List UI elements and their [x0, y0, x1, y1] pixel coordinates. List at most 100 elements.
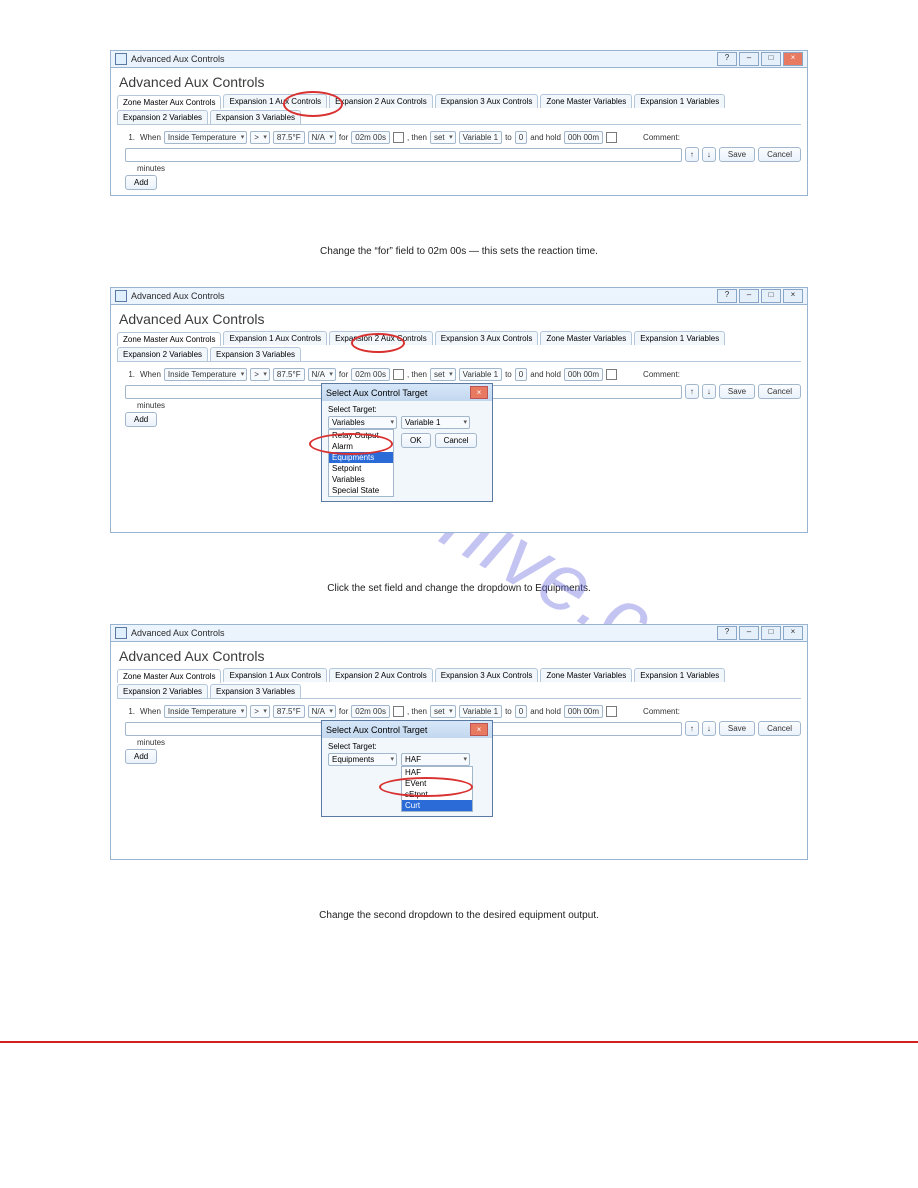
- operator-dropdown[interactable]: >: [250, 131, 270, 144]
- tab-exp3-vars[interactable]: Expansion 3 Variables: [210, 110, 301, 124]
- hold-checkbox[interactable]: [606, 369, 617, 380]
- maximize-button[interactable]: □: [761, 52, 781, 66]
- na-dropdown[interactable]: N/A: [308, 705, 336, 718]
- target-value-dropdown[interactable]: Variable 1: [401, 416, 470, 429]
- target-type-dropdown[interactable]: Equipments: [328, 753, 397, 766]
- temperature-field[interactable]: 87.5°F: [273, 368, 305, 381]
- temperature-field[interactable]: 87.5°F: [273, 705, 305, 718]
- hold-checkbox[interactable]: [606, 706, 617, 717]
- cancel-button[interactable]: Cancel: [758, 384, 801, 399]
- maximize-button[interactable]: □: [761, 289, 781, 303]
- tab-zone-master-vars[interactable]: Zone Master Variables: [540, 331, 632, 345]
- list-item[interactable]: Alarm: [329, 441, 393, 452]
- tab-exp2-aux[interactable]: Expansion 2 Aux Controls: [329, 94, 433, 108]
- tab-exp1-aux[interactable]: Expansion 1 Aux Controls: [223, 668, 327, 682]
- na-dropdown[interactable]: N/A: [308, 131, 336, 144]
- tab-exp2-aux[interactable]: Expansion 2 Aux Controls: [329, 668, 433, 682]
- add-button[interactable]: Add: [125, 749, 157, 764]
- minimize-button[interactable]: –: [739, 289, 759, 303]
- hold-time-field[interactable]: 00h 00m: [564, 131, 603, 144]
- minimize-button[interactable]: –: [739, 52, 759, 66]
- tab-exp3-aux[interactable]: Expansion 3 Aux Controls: [435, 668, 539, 682]
- action-dropdown[interactable]: set: [430, 131, 456, 144]
- maximize-button[interactable]: □: [761, 626, 781, 640]
- value-field[interactable]: 0: [515, 368, 527, 381]
- reaction-time-field[interactable]: 02m 00s: [351, 705, 390, 718]
- tab-exp2-vars[interactable]: Expansion 2 Variables: [117, 110, 208, 124]
- value-field[interactable]: 0: [515, 131, 527, 144]
- move-up-button[interactable]: ↑: [685, 384, 699, 399]
- list-item[interactable]: Setpoint: [329, 463, 393, 474]
- action-dropdown[interactable]: set: [430, 705, 456, 718]
- cancel-button[interactable]: Cancel: [758, 147, 801, 162]
- tab-zone-master-aux[interactable]: Zone Master Aux Controls: [117, 332, 221, 346]
- operator-dropdown[interactable]: >: [250, 705, 270, 718]
- sensor-dropdown[interactable]: Inside Temperature: [164, 368, 247, 381]
- list-item[interactable]: HAF: [402, 767, 472, 778]
- ok-button[interactable]: OK: [401, 433, 431, 448]
- tab-exp1-aux[interactable]: Expansion 1 Aux Controls: [223, 331, 327, 345]
- help-button[interactable]: ?: [717, 626, 737, 640]
- hold-time-field[interactable]: 00h 00m: [564, 705, 603, 718]
- tab-zone-master-vars[interactable]: Zone Master Variables: [540, 668, 632, 682]
- target-value-listbox[interactable]: HAF EVent sEtpnt Curt: [401, 766, 473, 812]
- tab-exp2-vars[interactable]: Expansion 2 Variables: [117, 684, 208, 698]
- tab-exp3-aux[interactable]: Expansion 3 Aux Controls: [435, 94, 539, 108]
- reaction-time-field[interactable]: 02m 00s: [351, 131, 390, 144]
- tab-exp2-vars[interactable]: Expansion 2 Variables: [117, 347, 208, 361]
- move-up-button[interactable]: ↑: [685, 147, 699, 162]
- reaction-checkbox[interactable]: [393, 132, 404, 143]
- reaction-checkbox[interactable]: [393, 369, 404, 380]
- tab-zone-master-aux[interactable]: Zone Master Aux Controls: [117, 669, 221, 683]
- hold-checkbox[interactable]: [606, 132, 617, 143]
- hold-time-field[interactable]: 00h 00m: [564, 368, 603, 381]
- tab-exp1-vars[interactable]: Expansion 1 Variables: [634, 94, 725, 108]
- reaction-time-field[interactable]: 02m 00s: [351, 368, 390, 381]
- tab-exp3-aux[interactable]: Expansion 3 Aux Controls: [435, 331, 539, 345]
- tab-zone-master-aux[interactable]: Zone Master Aux Controls: [117, 95, 221, 109]
- close-button[interactable]: ×: [783, 52, 803, 66]
- list-item[interactable]: Variables: [329, 474, 393, 485]
- temperature-field[interactable]: 87.5°F: [273, 131, 305, 144]
- operator-dropdown[interactable]: >: [250, 368, 270, 381]
- move-down-button[interactable]: ↓: [702, 147, 716, 162]
- close-button[interactable]: ×: [783, 626, 803, 640]
- tab-exp1-vars[interactable]: Expansion 1 Variables: [634, 331, 725, 345]
- value-field[interactable]: 0: [515, 705, 527, 718]
- sensor-dropdown[interactable]: Inside Temperature: [164, 131, 247, 144]
- target-value-dropdown[interactable]: HAF: [401, 753, 470, 766]
- tab-exp1-aux[interactable]: Expansion 1 Aux Controls: [223, 94, 327, 108]
- list-item[interactable]: EVent: [402, 778, 472, 789]
- dialog-close-button[interactable]: ×: [470, 386, 488, 399]
- action-dropdown[interactable]: set: [430, 368, 456, 381]
- tab-exp3-vars[interactable]: Expansion 3 Variables: [210, 684, 301, 698]
- add-button[interactable]: Add: [125, 175, 157, 190]
- save-button[interactable]: Save: [719, 721, 755, 736]
- move-up-button[interactable]: ↑: [685, 721, 699, 736]
- list-item[interactable]: sEtpnt: [402, 789, 472, 800]
- target-field[interactable]: Variable 1: [459, 131, 502, 144]
- dialog-cancel-button[interactable]: Cancel: [435, 433, 478, 448]
- na-dropdown[interactable]: N/A: [308, 368, 336, 381]
- reaction-checkbox[interactable]: [393, 706, 404, 717]
- list-item[interactable]: Special State: [329, 485, 393, 496]
- tab-exp3-vars[interactable]: Expansion 3 Variables: [210, 347, 301, 361]
- list-item[interactable]: Relay Output: [329, 430, 393, 441]
- move-down-button[interactable]: ↓: [702, 384, 716, 399]
- tab-zone-master-vars[interactable]: Zone Master Variables: [540, 94, 632, 108]
- help-button[interactable]: ?: [717, 289, 737, 303]
- tab-exp1-vars[interactable]: Expansion 1 Variables: [634, 668, 725, 682]
- close-button[interactable]: ×: [783, 289, 803, 303]
- move-down-button[interactable]: ↓: [702, 721, 716, 736]
- list-item[interactable]: Equipments: [329, 452, 393, 463]
- sensor-dropdown[interactable]: Inside Temperature: [164, 705, 247, 718]
- tab-exp2-aux[interactable]: Expansion 2 Aux Controls: [329, 331, 433, 345]
- target-field[interactable]: Variable 1: [459, 368, 502, 381]
- minimize-button[interactable]: –: [739, 626, 759, 640]
- list-item[interactable]: Curt: [402, 800, 472, 811]
- target-field[interactable]: Variable 1: [459, 705, 502, 718]
- target-type-listbox[interactable]: Relay Output Alarm Equipments Setpoint V…: [328, 429, 394, 497]
- dialog-close-button[interactable]: ×: [470, 723, 488, 736]
- target-type-dropdown[interactable]: Variables: [328, 416, 397, 429]
- save-button[interactable]: Save: [719, 147, 755, 162]
